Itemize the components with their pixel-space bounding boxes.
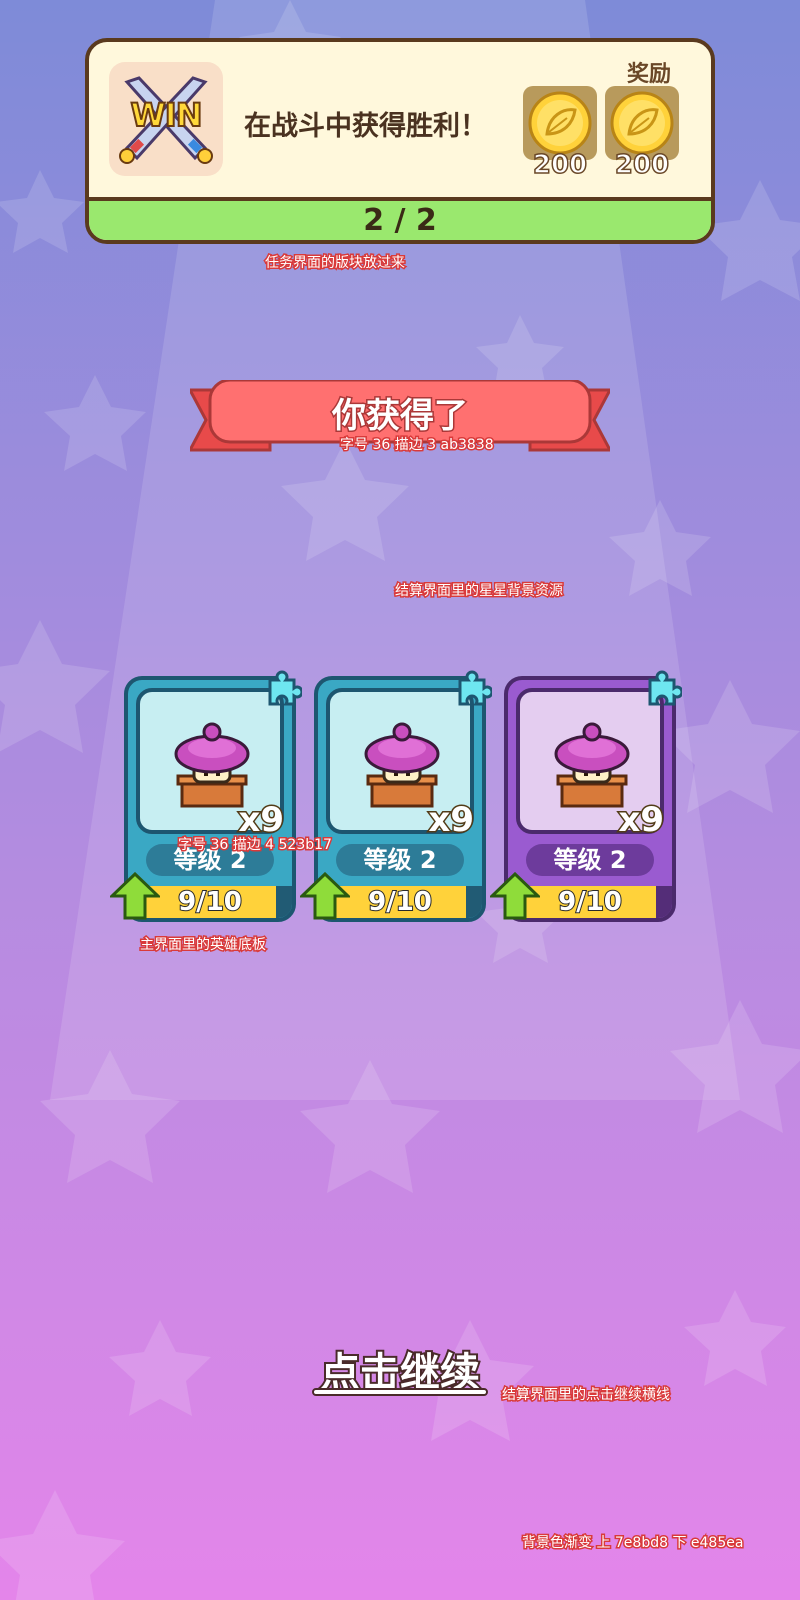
quest-panel: WIN 在战斗中获得胜利！ 奖励 200 200 2 / 2 — [85, 38, 715, 244]
win-icon: WIN — [109, 62, 223, 176]
card-base-note: 主界面里的英雄底板 — [139, 936, 268, 955]
background-note: 背景色渐变 上 7e8bd8 下 e485ea — [520, 1534, 744, 1553]
upgrade-arrow-icon — [300, 872, 350, 920]
hero-card[interactable]: x9 等级 2 9/10 — [300, 670, 492, 922]
puzzle-piece-icon — [268, 670, 302, 706]
continue-underline — [312, 1388, 488, 1396]
card-level: 等级 2 — [336, 844, 464, 876]
upgrade-arrow-icon — [490, 872, 540, 920]
reward-label: 奖励 — [626, 62, 671, 87]
reward-item — [523, 86, 597, 160]
upgrade-arrow-icon — [110, 872, 160, 920]
win-label: WIN — [130, 95, 204, 135]
reward-amount: 200 — [532, 149, 588, 181]
reward-item — [605, 86, 679, 160]
mushroom-hero-icon — [364, 722, 440, 808]
leaf-coin-icon — [610, 91, 674, 155]
quest-note: 任务界面的版块放过来 — [264, 254, 407, 273]
quest-description: 在战斗中获得胜利！ — [244, 111, 487, 142]
hero-card[interactable]: x9 等级 2 9/10 — [490, 670, 682, 922]
hero-card[interactable]: x9 等级 2 9/10 — [110, 670, 302, 922]
ribbon-note: 字号 36 描边 3 ab3838 — [339, 436, 496, 455]
card-level: 等级 2 — [526, 844, 654, 876]
mushroom-hero-icon — [174, 722, 250, 808]
quest-progress-text: 2 / 2 — [363, 203, 437, 238]
ribbon-title: 你获得了 — [331, 395, 470, 438]
puzzle-piece-icon — [648, 670, 682, 706]
mushroom-hero-icon — [554, 722, 630, 808]
reward-amount: 200 — [614, 149, 670, 181]
star-bg-note: 结算界面里的星星背景资源 — [394, 582, 565, 601]
card-count: x9 — [427, 799, 476, 842]
card-count-note: 字号 36 描边 4 523b17 — [177, 836, 334, 855]
leaf-coin-icon — [528, 91, 592, 155]
puzzle-piece-icon — [458, 670, 492, 706]
quest-progress-bar: 2 / 2 — [89, 197, 711, 240]
card-count: x9 — [617, 799, 666, 842]
continue-note: 结算界面里的点击继续横线 — [501, 1386, 672, 1405]
